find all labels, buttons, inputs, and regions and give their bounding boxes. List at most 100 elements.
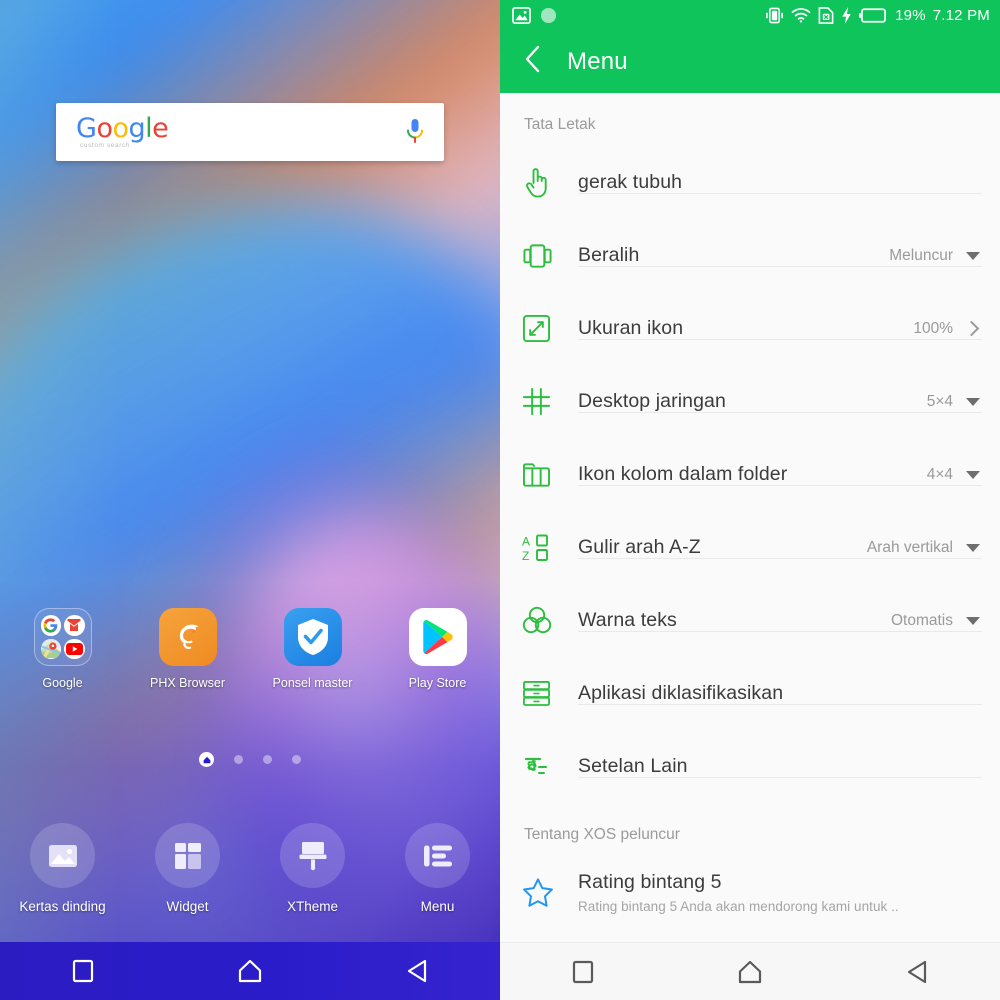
page-dot[interactable] (234, 755, 243, 764)
stacked-rows-icon (522, 679, 578, 708)
gmail-icon (64, 615, 85, 636)
menu-panel: 19% 7.12 PM Menu Tata Letak gerak tubuh (500, 0, 1000, 1000)
paint-brush-icon[interactable] (280, 823, 345, 888)
settings-row-value: Meluncur (889, 246, 953, 264)
star-outline-icon (522, 877, 578, 908)
color-circles-icon (522, 606, 578, 635)
settings-row-label: Beralih (578, 244, 640, 266)
dock-item-wallpaper[interactable]: Kertas dinding (0, 823, 125, 914)
dock-row: Kertas dinding Widget XTheme Menu (0, 823, 500, 914)
google-logo-letter: G (76, 112, 97, 144)
home-button[interactable] (167, 959, 334, 983)
menu-lines-icon[interactable] (405, 823, 470, 888)
hand-gesture-icon (522, 167, 578, 199)
page-title: Menu (567, 47, 628, 75)
app-item-phx-browser[interactable]: PHX Browser (125, 608, 250, 690)
chevron-left-icon[interactable] (524, 45, 541, 78)
settings-row-gulir-arah-az[interactable]: A Z Gulir arah A-Z Arah vertikal (500, 511, 1000, 584)
settings-row-setelan-lain[interactable]: Setelan Lain (500, 730, 1000, 803)
chevron-down-icon[interactable] (966, 397, 980, 406)
page-dot[interactable] (292, 755, 301, 764)
sort-az-icon: A Z (522, 534, 578, 562)
settings-row-value: 100% (913, 319, 953, 337)
app-item-play-store[interactable]: Play Store (375, 608, 500, 690)
dock-item-xtheme[interactable]: XTheme (250, 823, 375, 914)
settings-row-desktop-jaringan[interactable]: Desktop jaringan 5×4 (500, 365, 1000, 438)
settings-row-label: Warna teks (578, 609, 677, 631)
dock-label: Menu (420, 899, 455, 914)
settings-row-label: Ukuran ikon (578, 317, 684, 339)
settings-row-label: Aplikasi diklasifikasikan (578, 682, 784, 704)
dock-label: Kertas dinding (19, 899, 106, 914)
page-indicator (0, 752, 500, 767)
app-row: Google PHX Browser Ponsel master Play St… (0, 608, 500, 690)
back-button[interactable] (333, 959, 500, 983)
back-button[interactable] (833, 960, 1000, 984)
dock-item-widget[interactable]: Widget (125, 823, 250, 914)
settings-row-label: Desktop jaringan (578, 390, 726, 412)
app-bar: Menu (500, 30, 1000, 93)
recents-button[interactable] (500, 960, 667, 984)
settings-list-layout: gerak tubuh Beralih Meluncur Ukuran ikon… (500, 146, 1000, 803)
battery-percent-label: 19% (895, 6, 926, 24)
google-search-widget[interactable]: Google custom search (56, 103, 444, 161)
settings-row-label: Gulir arah A-Z (578, 536, 701, 558)
settings-row-warna-teks[interactable]: Warna teks Otomatis (500, 584, 1000, 657)
settings-row-ikon-kolom-folder[interactable]: Ikon kolom dalam folder 4×4 (500, 438, 1000, 511)
ponsel-master-shield-icon[interactable] (283, 608, 342, 666)
home-button[interactable] (667, 960, 834, 984)
svg-text:Z: Z (522, 549, 529, 562)
chevron-down-icon[interactable] (966, 251, 980, 260)
settings-row-label: gerak tubuh (578, 171, 683, 193)
widget-layout-icon[interactable] (155, 823, 220, 888)
google-logo-letter: g (128, 112, 146, 144)
microphone-icon[interactable] (404, 117, 426, 147)
battery-icon (859, 7, 888, 23)
dock-label: Widget (166, 899, 209, 914)
resize-icon (522, 314, 578, 343)
google-logo: Google custom search (76, 112, 169, 150)
image-icon (512, 6, 531, 24)
play-store-icon[interactable] (408, 608, 467, 666)
settings-row-ukuran-ikon[interactable]: Ukuran ikon 100% (500, 292, 1000, 365)
app-item-ponsel-master[interactable]: Ponsel master (250, 608, 375, 690)
youtube-icon (64, 638, 85, 659)
settings-row-aplikasi-diklasifikasikan[interactable]: Aplikasi diklasifikasikan (500, 657, 1000, 730)
settings-row-label: Rating bintang 5 (578, 871, 722, 893)
card-switch-icon (522, 243, 578, 269)
chevron-down-icon[interactable] (966, 616, 980, 625)
wifi-icon (791, 7, 811, 23)
section-header-layout: Tata Letak (524, 116, 596, 133)
app-label: Google (42, 676, 83, 690)
menu-navigation-bar (500, 942, 1000, 1000)
vibrate-icon (765, 7, 784, 24)
google-maps-icon (40, 638, 61, 659)
settings-row-value: Otomatis (890, 611, 953, 629)
settings-list-icon (522, 752, 578, 782)
dock-label: XTheme (286, 899, 339, 914)
charging-bolt-icon (841, 6, 852, 24)
chevron-down-icon[interactable] (966, 470, 980, 479)
google-logo-letter: e (152, 112, 169, 144)
phx-browser-icon[interactable] (158, 608, 217, 666)
google-folder-icon[interactable] (33, 608, 92, 666)
chevron-right-icon[interactable] (963, 320, 980, 337)
settings-row-value: 4×4 (926, 465, 953, 483)
settings-row-gerak-tubuh[interactable]: gerak tubuh (500, 146, 1000, 219)
app-item-google-folder[interactable]: Google (0, 608, 125, 690)
settings-row-beralih[interactable]: Beralih Meluncur (500, 219, 1000, 292)
page-dot[interactable] (263, 755, 272, 764)
folder-columns-icon (522, 461, 578, 488)
chevron-down-icon[interactable] (966, 543, 980, 552)
settings-row-rating-bintang-5[interactable]: Rating bintang 5 Rating bintang 5 Anda a… (500, 856, 1000, 929)
app-label: Play Store (408, 676, 467, 690)
home-screen: Google custom search Google PHX Browser … (0, 0, 500, 1000)
settings-row-label: Ikon kolom dalam folder (578, 463, 788, 485)
circle-icon (540, 7, 557, 24)
dock-item-menu[interactable]: Menu (375, 823, 500, 914)
wallpaper-image-icon[interactable] (30, 823, 95, 888)
app-label: Ponsel master (272, 676, 353, 690)
settings-list-about: Rating bintang 5 Rating bintang 5 Anda a… (500, 856, 1000, 929)
page-dot-active[interactable] (199, 752, 214, 767)
recents-button[interactable] (0, 959, 167, 983)
